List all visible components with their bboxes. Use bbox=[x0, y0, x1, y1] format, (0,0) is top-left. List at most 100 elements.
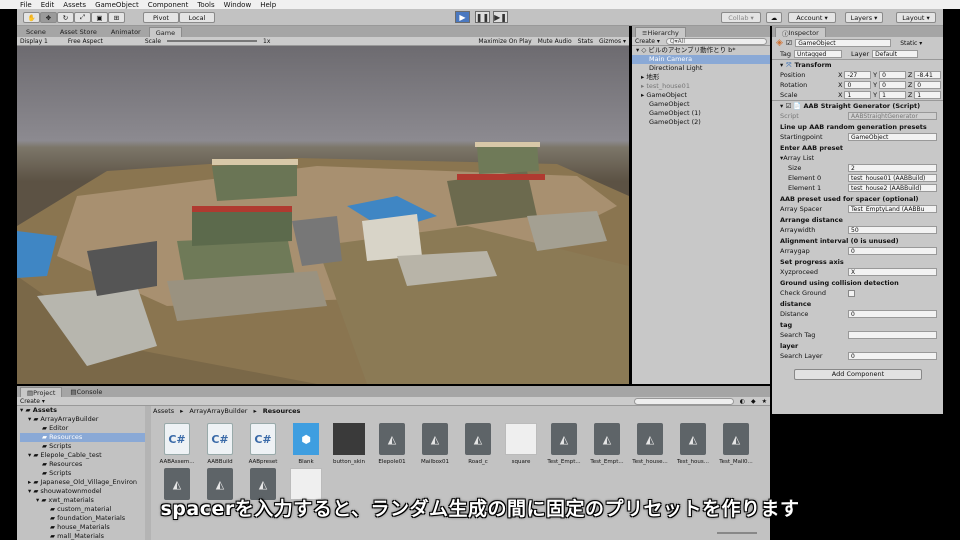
asset-test-house-1[interactable]: ◭ Test_house... bbox=[630, 423, 670, 465]
collab-button[interactable]: Collab ▾ bbox=[721, 12, 761, 23]
display-dropdown[interactable]: Display 1 bbox=[20, 38, 48, 45]
rotation-x[interactable]: 0 bbox=[844, 81, 872, 89]
menu-gameobject[interactable]: GameObject bbox=[95, 1, 139, 9]
xyzproceed-dropdown[interactable]: X bbox=[848, 268, 937, 276]
tab-console[interactable]: ▤ Console bbox=[64, 387, 108, 397]
project-search-input[interactable] bbox=[633, 397, 734, 405]
asset-test-house-2[interactable]: ◭ Test_hous... bbox=[673, 423, 713, 465]
asset-blank[interactable]: ⬢ Blank bbox=[286, 423, 326, 465]
breadcrumb-arrayarraybuilder[interactable]: ArrayArrayBuilder bbox=[189, 407, 247, 415]
hand-tool-icon[interactable]: ✋ bbox=[23, 12, 40, 23]
cloud-icon[interactable]: ☁ bbox=[766, 12, 782, 23]
menu-component[interactable]: Component bbox=[148, 1, 189, 9]
breadcrumb-resources[interactable]: Resources bbox=[263, 407, 301, 415]
icon-size-slider[interactable] bbox=[717, 532, 757, 534]
play-button[interactable]: ▶ bbox=[455, 11, 470, 23]
tab-asset-store[interactable]: Asset Store bbox=[54, 27, 103, 37]
menu-window[interactable]: Window bbox=[224, 1, 252, 9]
tab-inspector[interactable]: ⓘ Inspector bbox=[775, 27, 826, 38]
move-tool-icon[interactable]: ✥ bbox=[40, 12, 57, 23]
searchtag-field[interactable] bbox=[848, 331, 937, 339]
game-viewport[interactable] bbox=[17, 46, 629, 384]
tag-dropdown[interactable]: Untagged bbox=[794, 50, 843, 58]
asset-aabpreset[interactable]: C# AABpreset bbox=[243, 423, 283, 465]
size-field[interactable]: 2 bbox=[848, 164, 937, 172]
position-x[interactable]: -27 bbox=[844, 71, 872, 79]
aspect-dropdown[interactable]: Free Aspect bbox=[68, 38, 103, 45]
checkground-checkbox[interactable] bbox=[848, 289, 855, 297]
asset-square[interactable]: square bbox=[501, 423, 541, 465]
searchlayer-field[interactable]: 0 bbox=[848, 352, 937, 360]
scale-slider[interactable] bbox=[167, 40, 258, 42]
transform-tool-icon[interactable]: ⊞ bbox=[108, 12, 125, 23]
local-toggle[interactable]: Local bbox=[179, 12, 215, 23]
filter-label-icon[interactable]: ◆ bbox=[751, 398, 756, 405]
asset-aabbuild[interactable]: C# AABBuild bbox=[200, 423, 240, 465]
tab-animator[interactable]: Animator bbox=[105, 27, 147, 37]
static-checkbox[interactable]: Static ▾ bbox=[900, 40, 922, 47]
tree-arrayarraybuilder[interactable]: ▾ ▰ ArrayArrayBuilder bbox=[20, 415, 145, 424]
transform-header[interactable]: ▾ ⤧ Transform bbox=[772, 59, 943, 70]
position-z[interactable]: -8.41 bbox=[914, 71, 941, 79]
asset-elepole01[interactable]: ◭ Elepole01 bbox=[372, 423, 412, 465]
array-list-row[interactable]: ▾ Array List bbox=[772, 153, 943, 163]
startingpoint-field[interactable]: GameObject bbox=[848, 133, 937, 141]
position-y[interactable]: 0 bbox=[879, 71, 906, 79]
step-button[interactable]: ▶❚ bbox=[493, 11, 508, 23]
hierarchy-item-main-camera[interactable]: Main Camera bbox=[632, 55, 770, 64]
spacer-field[interactable]: Test_EmptyLand (AABBu bbox=[848, 205, 937, 213]
tab-project[interactable]: ▤ Project bbox=[20, 387, 63, 397]
scale-y[interactable]: 1 bbox=[879, 91, 906, 99]
tab-game[interactable]: Game bbox=[148, 27, 183, 37]
asset-mailbox01[interactable]: ◭ Mailbox01 bbox=[415, 423, 455, 465]
favorite-icon[interactable]: ★ bbox=[762, 398, 767, 405]
menu-file[interactable]: File bbox=[20, 1, 32, 9]
tab-scene[interactable]: Scene bbox=[20, 27, 52, 37]
maximize-on-play-toggle[interactable]: Maximize On Play bbox=[478, 38, 531, 45]
active-checkbox[interactable]: ☑ bbox=[786, 39, 792, 47]
distance-field[interactable]: 0 bbox=[848, 310, 937, 318]
hierarchy-item-gameobject-2b[interactable]: GameObject (2) bbox=[632, 118, 770, 127]
layout-dropdown[interactable]: Layout ▾ bbox=[896, 12, 936, 23]
filter-type-icon[interactable]: ◐ bbox=[740, 398, 745, 405]
mute-audio-toggle[interactable]: Mute Audio bbox=[538, 38, 572, 45]
pivot-toggle[interactable]: Pivot bbox=[143, 12, 179, 23]
tree-elepole-resources[interactable]: ▰ Resources bbox=[20, 460, 145, 469]
rotate-tool-icon[interactable]: ↻ bbox=[57, 12, 74, 23]
pause-button[interactable]: ❚❚ bbox=[475, 11, 490, 23]
gizmos-dropdown[interactable]: Gizmos ▾ bbox=[599, 38, 626, 45]
hierarchy-item-gameobject-2[interactable]: GameObject bbox=[632, 100, 770, 109]
asset-test-empty-1[interactable]: ◭ Test_Empt... bbox=[544, 423, 584, 465]
scale-tool-icon[interactable]: ⤢ bbox=[74, 12, 91, 23]
arraywidth-field[interactable]: 50 bbox=[848, 226, 937, 234]
element1-field[interactable]: test_house2 (AABBuild) bbox=[848, 184, 937, 192]
asset-test-mall[interactable]: ◭ Test_Mall0... bbox=[716, 423, 756, 465]
hierarchy-item-terrain[interactable]: ▸ 地形 bbox=[632, 73, 770, 82]
scale-z[interactable]: 1 bbox=[914, 91, 941, 99]
asset-aabassembly[interactable]: C# AABAssem... bbox=[157, 423, 197, 465]
rotation-y[interactable]: 0 bbox=[879, 81, 906, 89]
breadcrumb-assets[interactable]: Assets bbox=[153, 407, 174, 415]
hierarchy-item-test-house01[interactable]: ▸ test_house01 bbox=[632, 82, 770, 91]
rect-tool-icon[interactable]: ▣ bbox=[91, 12, 108, 23]
stats-toggle[interactable]: Stats bbox=[578, 38, 593, 45]
layer-dropdown[interactable]: Default bbox=[872, 50, 919, 58]
tree-elepole-scripts[interactable]: ▰ Scripts bbox=[20, 469, 145, 478]
hierarchy-create-dropdown[interactable]: Create ▾ bbox=[635, 38, 660, 45]
scale-x[interactable]: 1 bbox=[844, 91, 872, 99]
script-component-header[interactable]: ▾ ☑ 📄 AAB Straight Generator (Script) bbox=[772, 100, 943, 111]
add-component-button[interactable]: Add Component bbox=[794, 369, 922, 380]
tree-mall-materials[interactable]: ▰ mall_Materials bbox=[20, 532, 145, 540]
rotation-z[interactable]: 0 bbox=[914, 81, 941, 89]
tree-japanese-village[interactable]: ▸ ▰ Japanese_Old_Village_Environ bbox=[20, 478, 145, 487]
layers-dropdown[interactable]: Layers ▾ bbox=[845, 12, 883, 23]
tab-hierarchy[interactable]: ≡ Hierarchy bbox=[635, 27, 686, 37]
menu-assets[interactable]: Assets bbox=[63, 1, 86, 9]
tree-resources-selected[interactable]: ▰ Resources bbox=[20, 433, 145, 442]
account-dropdown[interactable]: Account ▾ bbox=[788, 12, 836, 23]
asset-button-skin[interactable]: button_skin bbox=[329, 423, 369, 465]
tree-house-materials[interactable]: ▰ house_Materials bbox=[20, 523, 145, 532]
tree-editor[interactable]: ▰ Editor bbox=[20, 424, 145, 433]
project-create-dropdown[interactable]: Create ▾ bbox=[20, 398, 45, 405]
hierarchy-item-gameobject[interactable]: ▸ GameObject bbox=[632, 91, 770, 100]
